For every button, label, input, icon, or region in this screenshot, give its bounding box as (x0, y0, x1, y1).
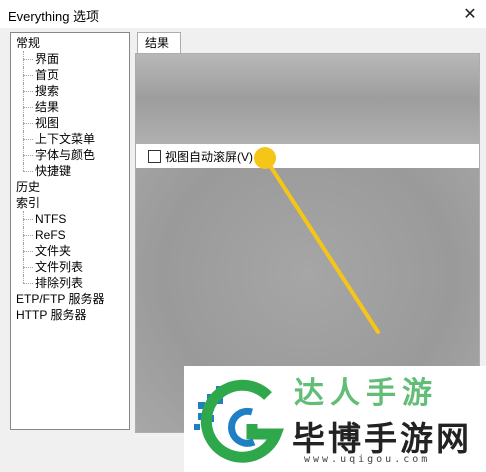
watermark-site-name: 毕博手游网 (292, 419, 472, 458)
tree-item[interactable]: NTFS (11, 211, 129, 227)
tree-item[interactable]: 首页 (11, 67, 129, 83)
tree-item[interactable]: 视图 (11, 115, 129, 131)
tree-item[interactable]: 排除列表 (11, 275, 129, 291)
tree-item[interactable]: 文件夹 (11, 243, 129, 259)
tree-item[interactable]: 字体与颜色 (11, 147, 129, 163)
tab-results[interactable]: 结果 (137, 32, 181, 54)
tree-item[interactable]: 常规 (11, 35, 129, 51)
tree-item[interactable]: 界面 (11, 51, 129, 67)
watermark-url: www.uqigou.com (304, 454, 431, 465)
tree-item[interactable]: 搜索 (11, 83, 129, 99)
window-title: Everything 选项 (8, 9, 100, 24)
tree-item[interactable]: ReFS (11, 227, 129, 243)
options-window: Everything 选项 ✕ 常规 界面 首页 搜索 结果 视图 上下文菜单 字体与颜色 快捷… (0, 0, 486, 472)
auto-scroll-label: 视图自动滚屏(V) (165, 149, 253, 164)
tree-item[interactable]: ETP/FTP 服务器 (11, 291, 129, 307)
close-button[interactable]: ✕ (454, 0, 486, 28)
tree-item[interactable]: 上下文菜单 (11, 131, 129, 147)
auto-scroll-option[interactable]: 视图自动滚屏(V) (148, 148, 253, 164)
tree-item[interactable]: 结果 (11, 99, 129, 115)
tree-item[interactable]: HTTP 服务器 (11, 307, 129, 323)
title-bar: Everything 选项 ✕ (0, 0, 486, 28)
tree-item[interactable]: 文件列表 (11, 259, 129, 275)
options-tree[interactable]: 常规 界面 首页 搜索 结果 视图 上下文菜单 字体与颜色 快捷键 历史 索引 NTFS ReFS 文件夹… (10, 32, 130, 430)
tree-item[interactable]: 历史 (11, 179, 129, 195)
watermark: 达人手游 毕博手游网 www.uqigou.com (184, 366, 486, 472)
watermark-logo (194, 379, 284, 463)
auto-scroll-checkbox[interactable] (148, 149, 161, 163)
tree-item[interactable]: 快捷键 (11, 163, 129, 179)
watermark-top-text: 达人手游 (294, 376, 438, 411)
tree-item[interactable]: 索引 (11, 195, 129, 211)
blurred-region-top (136, 54, 479, 144)
